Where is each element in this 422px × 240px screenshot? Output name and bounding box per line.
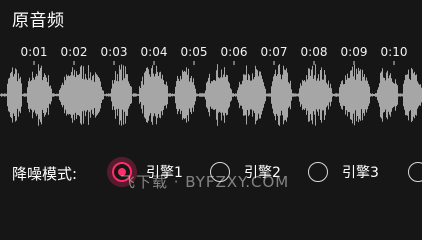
timeline-tick: 0:05 — [180, 45, 208, 65]
noise-reduction-mode-label: 降噪模式: — [12, 165, 78, 183]
engine-option-1[interactable]: 引擎1 — [112, 156, 202, 192]
original-audio-waveform-panel[interactable]: 0:01 0:02 0:03 0:04 0:05 0:06 0:07 0:08 … — [0, 40, 422, 130]
timeline-tick: 0:02 — [60, 45, 88, 65]
engine-option-overflow[interactable] — [408, 156, 422, 192]
engine-option-label: 引擎3 — [342, 165, 379, 181]
timeline-tick: 0:07 — [260, 45, 288, 65]
engine-1-radio-checked[interactable] — [112, 162, 132, 182]
engine-option-label: 引擎2 — [244, 165, 281, 181]
timeline-tick: 0:09 — [340, 45, 368, 65]
engine-3-radio[interactable] — [308, 162, 328, 182]
engine-option-2[interactable]: 引擎2 — [210, 156, 300, 192]
engine-option-label: 引擎1 — [146, 165, 183, 181]
timeline-tick: 0:10 — [380, 45, 408, 65]
engine-overflow-radio[interactable] — [408, 162, 422, 182]
timeline-tick: 0:03 — [100, 45, 128, 65]
engine-option-3[interactable]: 引擎3 — [308, 156, 408, 192]
audio-waveform — [0, 64, 422, 126]
timeline-tick: 0:01 — [20, 45, 48, 65]
timeline-ruler: 0:01 0:02 0:03 0:04 0:05 0:06 0:07 0:08 … — [0, 40, 422, 65]
timeline-tick: 0:06 — [220, 45, 248, 65]
engine-2-radio[interactable] — [210, 162, 230, 182]
section-title-original-audio: 原音频 — [12, 11, 65, 31]
noise-reduction-mode-row: 降噪模式: 引擎1 引擎2 引擎3 — [0, 156, 422, 192]
timeline-tick: 0:08 — [300, 45, 328, 65]
timeline-tick: 0:04 — [140, 45, 168, 65]
